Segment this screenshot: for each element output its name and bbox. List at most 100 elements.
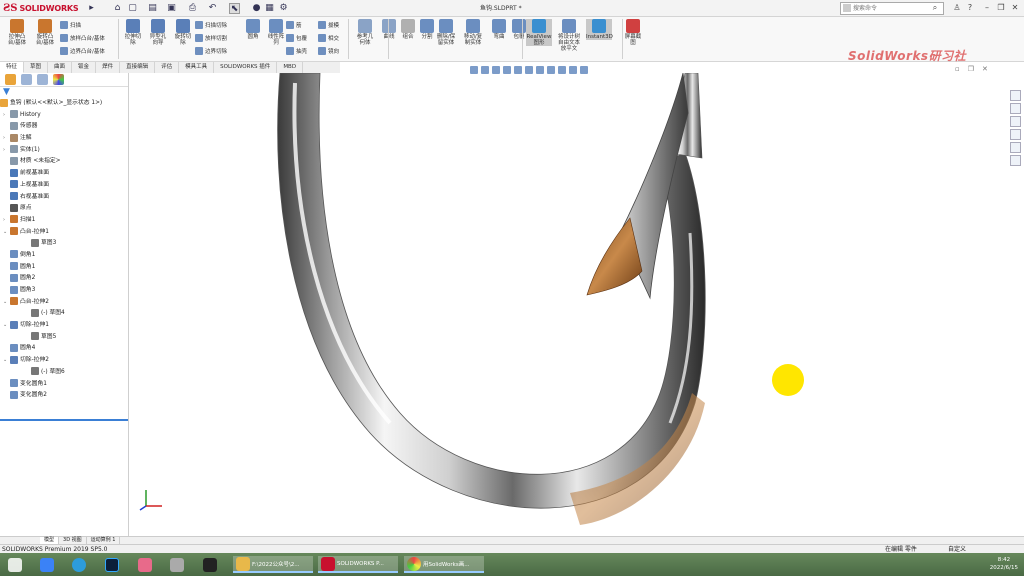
appearances-icon[interactable] — [1010, 142, 1021, 153]
custom-properties-icon[interactable] — [1010, 155, 1021, 166]
ribbon-button-delete-body[interactable]: 删除/保 留实体 — [433, 19, 459, 46]
minimize-icon[interactable]: – — [982, 3, 992, 12]
tab-4[interactable]: 焊件 — [96, 62, 121, 73]
ribbon-button-move-copy[interactable]: 移动/复 制实体 — [460, 19, 486, 46]
expand-arrow-icon[interactable]: › — [3, 145, 10, 156]
ribbon-button-extrude-cut[interactable]: 拉伸切 除 — [120, 19, 146, 46]
expand-arrow-icon[interactable]: › — [3, 133, 10, 144]
tab-7[interactable]: 模具工具 — [179, 62, 215, 73]
filter-icon[interactable]: ▼ — [3, 87, 10, 97]
tree-item[interactable]: 圆角1 — [0, 262, 128, 274]
view-orientation-icon[interactable] — [525, 66, 533, 74]
home-icon[interactable]: ⌂ — [112, 3, 123, 14]
new-document-icon[interactable]: ▢ — [127, 3, 138, 14]
ribbon-button-hole-wizard[interactable]: 异型孔 向导 — [145, 19, 171, 46]
tree-item[interactable]: 变化圆角1 — [0, 379, 128, 391]
ribbon-small-button[interactable]: 边界凸台/基体 — [60, 47, 105, 55]
tree-item[interactable]: ⌄ 凸台-拉伸2 — [0, 297, 128, 309]
rollback-bar[interactable] — [0, 419, 128, 421]
user-icon[interactable]: ♙ — [952, 3, 962, 12]
ribbon-small-button[interactable]: 放样切割 — [195, 34, 227, 42]
expand-arrow-icon[interactable]: ⌄ — [3, 320, 10, 331]
undo-icon[interactable]: ↶ — [207, 3, 218, 14]
baidu-netdisk-icon[interactable] — [40, 556, 54, 573]
tree-item[interactable]: 草图3 — [0, 238, 128, 250]
ribbon-small-button[interactable]: 边界切除 — [195, 47, 227, 55]
tree-item[interactable]: › History — [0, 110, 128, 122]
display-style-icon[interactable] — [536, 66, 544, 74]
ribbon-small-button[interactable]: 抽壳 — [286, 47, 307, 55]
viewport-minimize-icon[interactable]: ▫ — [955, 65, 960, 73]
tab-6[interactable]: 评估 — [155, 62, 180, 73]
view-palette-icon[interactable] — [1010, 129, 1021, 140]
tree-item[interactable]: ⌄ 切除-拉伸2 — [0, 355, 128, 367]
expand-arrow-icon[interactable]: › — [3, 110, 10, 121]
expand-arrow-icon[interactable]: ⌄ — [3, 355, 10, 366]
tab-2[interactable]: 曲面 — [48, 62, 73, 73]
taskbar-window-explorer[interactable]: F:\2022公众号\2... — [233, 556, 313, 573]
tree-item[interactable]: 原点 — [0, 203, 128, 215]
tab-5[interactable]: 直接编辑 — [120, 62, 156, 73]
ribbon-button-revolve-boss[interactable]: 旋转凸 台/基体 — [32, 19, 58, 46]
solidworks-logo[interactable]: ƧS SOLIDWORKS — [3, 2, 83, 15]
ribbon-small-button[interactable]: 放样凸台/基体 — [60, 34, 105, 42]
section-view-icon[interactable] — [503, 66, 511, 74]
open-icon[interactable]: ▤ — [147, 3, 158, 14]
tree-item[interactable]: 材质 <未指定> — [0, 156, 128, 168]
dynamic-annotation-icon[interactable] — [514, 66, 522, 74]
close-icon[interactable]: ✕ — [1010, 3, 1020, 12]
tree-item[interactable]: › 扫描1 — [0, 215, 128, 227]
system-clock[interactable]: 8:42 2022/6/15 — [990, 556, 1018, 572]
hide-show-items-icon[interactable] — [547, 66, 555, 74]
tree-item[interactable]: (-) 草图6 — [0, 367, 128, 379]
viewport-close-icon[interactable]: ✕ — [982, 65, 988, 73]
help-icon[interactable]: ? — [965, 3, 975, 12]
start-button[interactable] — [8, 556, 22, 573]
expand-arrow-icon[interactable]: ⌄ — [3, 297, 10, 308]
ribbon-small-button[interactable]: 筋 — [286, 21, 302, 29]
ribbon-small-button[interactable]: 包覆 — [286, 34, 307, 42]
graphics-area[interactable] — [130, 73, 1008, 536]
save-icon[interactable]: ▣ — [166, 3, 177, 14]
tab-0[interactable]: 特征 — [0, 62, 25, 73]
tree-item[interactable]: 上视基准面 — [0, 180, 128, 192]
feature-manager-tab-icon[interactable] — [5, 74, 16, 85]
file-properties-icon[interactable]: ▦ — [264, 3, 275, 14]
restore-icon[interactable]: ❐ — [996, 3, 1006, 12]
tree-item[interactable]: (-) 草图4 — [0, 308, 128, 320]
search-commands-input[interactable]: 搜索命令 — [840, 2, 944, 15]
options-gear-icon[interactable]: ⚙ — [278, 3, 289, 14]
ribbon-button-extrude-boss[interactable]: 拉伸凸 台/基体 — [4, 19, 30, 46]
tree-item[interactable]: 圆角3 — [0, 285, 128, 297]
ribbon-button-reference-geometry[interactable]: 参考几 何体 — [352, 19, 378, 46]
app-icon-gray[interactable] — [170, 556, 184, 573]
ribbon-small-button[interactable]: 拔模 — [318, 21, 339, 29]
app-icon-dark[interactable] — [203, 556, 217, 573]
tab-1[interactable]: 草图 — [24, 62, 49, 73]
ribbon-button-realview[interactable]: RealView 图形 — [526, 19, 552, 46]
ribbon-small-button[interactable]: 扫描切除 — [195, 21, 227, 29]
ribbon-small-button[interactable]: 相交 — [318, 34, 339, 42]
app-icon-pink[interactable] — [138, 556, 152, 573]
ribbon-button-screen-capture[interactable]: 屏幕截 图 — [620, 19, 646, 46]
ribbon-small-button[interactable]: 镜向 — [318, 47, 339, 55]
zoom-to-area-icon[interactable] — [481, 66, 489, 74]
photoshop-icon[interactable] — [105, 556, 119, 573]
tree-item[interactable]: 草图5 — [0, 332, 128, 344]
ribbon-small-button[interactable]: 扫描 — [60, 21, 81, 29]
tree-item[interactable]: 倒角1 — [0, 250, 128, 262]
tree-item[interactable]: 圆角2 — [0, 273, 128, 285]
search-icon[interactable]: ⌕ — [930, 3, 940, 13]
ribbon-button-revolve-cut[interactable]: 旋转切 除 — [170, 19, 196, 46]
tab-9[interactable]: MBD — [277, 62, 304, 73]
rebuild-icon[interactable]: ● — [251, 3, 262, 14]
tree-item[interactable]: 圆角4 — [0, 343, 128, 355]
display-manager-tab-icon[interactable] — [53, 74, 64, 85]
tab-3[interactable]: 钣金 — [72, 62, 97, 73]
expand-arrow-icon[interactable]: › — [3, 215, 10, 226]
apply-scene-icon[interactable] — [569, 66, 577, 74]
expand-arrow-icon[interactable]: ⌄ — [3, 227, 10, 238]
tab-8[interactable]: SOLIDWORKS 插件 — [214, 62, 278, 73]
tree-item[interactable]: ⌄ 凸台-拉伸1 — [0, 227, 128, 239]
viewport-restore-icon[interactable]: ❐ — [968, 65, 974, 73]
